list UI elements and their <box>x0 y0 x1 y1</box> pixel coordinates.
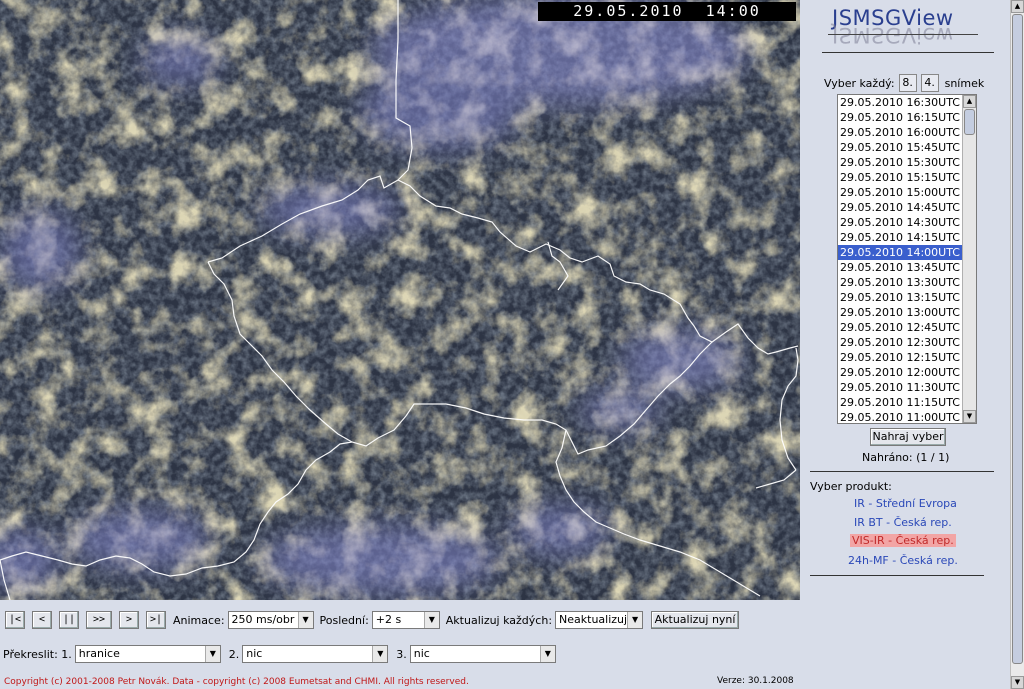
playback-controls: |< < || >> > >| Animace: 250 ms/obr ▼ Po… <box>5 609 740 631</box>
scroll-up-icon[interactable]: ▲ <box>1011 0 1024 13</box>
time-list-item[interactable]: 29.05.2010 11:30UTC <box>838 380 976 395</box>
last-frame-pause-select[interactable]: +2 s ▼ <box>371 611 440 629</box>
app-logo: JSMSGView JSMSGView <box>828 6 988 47</box>
overlay-label: Překreslit: 1. <box>3 647 72 661</box>
overlay-2-value: nic <box>246 647 263 660</box>
frame-step-row: Vyber každý: 8. 4. snímek <box>824 74 984 92</box>
product-vis-ir-czech[interactable]: VIS-IR - Česká rep. <box>850 534 956 547</box>
time-list-item[interactable]: 29.05.2010 16:15UTC <box>838 110 976 125</box>
time-list-item[interactable]: 29.05.2010 11:15UTC <box>838 395 976 410</box>
time-list-item[interactable]: 29.05.2010 13:45UTC <box>838 260 976 275</box>
product-24h-mf-czech[interactable]: 24h-MF - Česká rep. <box>848 554 958 567</box>
next-frame-button[interactable]: > <box>119 611 139 629</box>
chevron-down-icon: ▼ <box>539 646 555 662</box>
chevron-down-icon: ▼ <box>297 612 313 628</box>
overlay-3-value: nic <box>413 647 430 660</box>
loaded-status: Nahráno: (1 / 1) <box>862 451 950 464</box>
time-list-item[interactable]: 29.05.2010 11:00UTC <box>838 410 976 423</box>
auto-update-select[interactable]: Neaktualizuj ▼ <box>555 611 644 629</box>
overlay-3-label: 3. <box>396 647 407 661</box>
product-ir-central-europe[interactable]: IR - Střední Evropa <box>854 497 957 510</box>
last-frame-button[interactable]: >| <box>146 611 166 629</box>
scroll-up-icon[interactable]: ▲ <box>963 95 976 108</box>
time-list-item[interactable]: 29.05.2010 15:45UTC <box>838 140 976 155</box>
time-list-item[interactable]: 29.05.2010 12:30UTC <box>838 335 976 350</box>
auto-update-label: Aktualizuj každých: <box>445 613 553 627</box>
copyright-footer: Copyright (c) 2001-2008 Petr Novák. Data… <box>4 677 469 687</box>
overlay-controls: Překreslit: 1. hranice ▼ 2. nic ▼ 3. nic… <box>3 643 556 665</box>
update-now-button[interactable]: Aktualizuj nyní <box>651 611 740 629</box>
chevron-down-icon: ▼ <box>372 646 388 662</box>
divider <box>810 471 994 472</box>
page-scroll-thumb[interactable] <box>1012 14 1023 664</box>
product-ir-bt-czech[interactable]: IR BT - Česká rep. <box>854 516 952 529</box>
time-list-item[interactable]: 29.05.2010 13:15UTC <box>838 290 976 305</box>
time-list-item[interactable]: 29.05.2010 15:00UTC <box>838 185 976 200</box>
divider <box>810 575 984 576</box>
previous-frame-button[interactable]: < <box>32 611 52 629</box>
logo-reflection: JSMSGView <box>832 23 954 47</box>
satellite-image: 29.05.2010 14:00 <box>0 0 800 600</box>
time-list-item[interactable]: 29.05.2010 12:45UTC <box>838 320 976 335</box>
time-list-items: 29.05.2010 16:30UTC 29.05.2010 16:15UTC 29… <box>838 95 976 423</box>
chevron-down-icon: ▼ <box>423 612 439 628</box>
frame-step-field-2[interactable]: 4. <box>920 74 939 92</box>
time-list-item[interactable]: 29.05.2010 13:30UTC <box>838 275 976 290</box>
time-list[interactable]: 29.05.2010 16:30UTC 29.05.2010 16:15UTC 29… <box>837 94 977 424</box>
overlay-2-select[interactable]: nic ▼ <box>242 645 389 663</box>
load-selection-button[interactable]: Nahraj vyber <box>870 428 946 446</box>
time-list-item[interactable]: 29.05.2010 16:30UTC <box>838 95 976 110</box>
play-button[interactable]: >> <box>86 611 112 629</box>
animation-speed-select[interactable]: 250 ms/obr ▼ <box>227 611 314 629</box>
satellite-image-render <box>0 0 800 600</box>
time-list-item[interactable]: 29.05.2010 13:00UTC <box>838 305 976 320</box>
overlay-1-select[interactable]: hranice ▼ <box>74 645 221 663</box>
page-scrollbar[interactable]: ▲ ▼ <box>1010 0 1024 689</box>
timestamp-display: 29.05.2010 14:00 <box>538 2 796 21</box>
version-label: Verze: 30.1.2008 <box>717 676 794 686</box>
product-label: Vyber produkt: <box>810 480 892 493</box>
time-list-item[interactable]: 29.05.2010 14:45UTC <box>838 200 976 215</box>
time-list-scroll-thumb[interactable] <box>964 109 975 135</box>
auto-update-value: Neaktualizuj <box>559 613 628 626</box>
scroll-down-icon[interactable]: ▼ <box>1011 676 1024 689</box>
time-list-item[interactable]: 29.05.2010 15:15UTC <box>838 170 976 185</box>
animation-label: Animace: <box>173 613 225 627</box>
time-list-item[interactable]: 29.05.2010 14:30UTC <box>838 215 976 230</box>
time-list-item[interactable]: 29.05.2010 12:15UTC <box>838 350 976 365</box>
time-list-scrollbar[interactable]: ▲ ▼ <box>962 95 976 423</box>
time-list-item[interactable]: 29.05.2010 14:15UTC <box>838 230 976 245</box>
time-list-item[interactable]: 29.05.2010 12:00UTC <box>838 365 976 380</box>
frame-step-unit: snímek <box>944 76 985 90</box>
animation-speed-value: 250 ms/obr <box>231 613 295 626</box>
last-frame-pause-value: +2 s <box>375 613 402 626</box>
last-frame-pause-label: Poslední: <box>319 613 369 627</box>
chevron-down-icon: ▼ <box>204 646 220 662</box>
divider <box>822 52 994 53</box>
overlay-3-select[interactable]: nic ▼ <box>409 645 556 663</box>
time-list-item[interactable]: 29.05.2010 14:00UTC <box>838 245 976 260</box>
frame-step-label: Vyber každý: <box>824 76 895 90</box>
time-list-item[interactable]: 29.05.2010 16:00UTC <box>838 125 976 140</box>
time-list-item[interactable]: 29.05.2010 15:30UTC <box>838 155 976 170</box>
logo-underline <box>828 34 978 35</box>
pause-button[interactable]: || <box>59 611 79 629</box>
overlay-1-value: hranice <box>78 647 120 660</box>
scroll-down-icon[interactable]: ▼ <box>963 410 976 423</box>
chevron-down-icon: ▼ <box>627 612 643 628</box>
overlay-2-label: 2. <box>228 647 240 661</box>
control-panel: JSMSGView JSMSGView Vyber každý: 8. 4. s… <box>800 0 1010 689</box>
first-frame-button[interactable]: |< <box>5 611 25 629</box>
frame-step-field-1[interactable]: 8. <box>898 74 917 92</box>
